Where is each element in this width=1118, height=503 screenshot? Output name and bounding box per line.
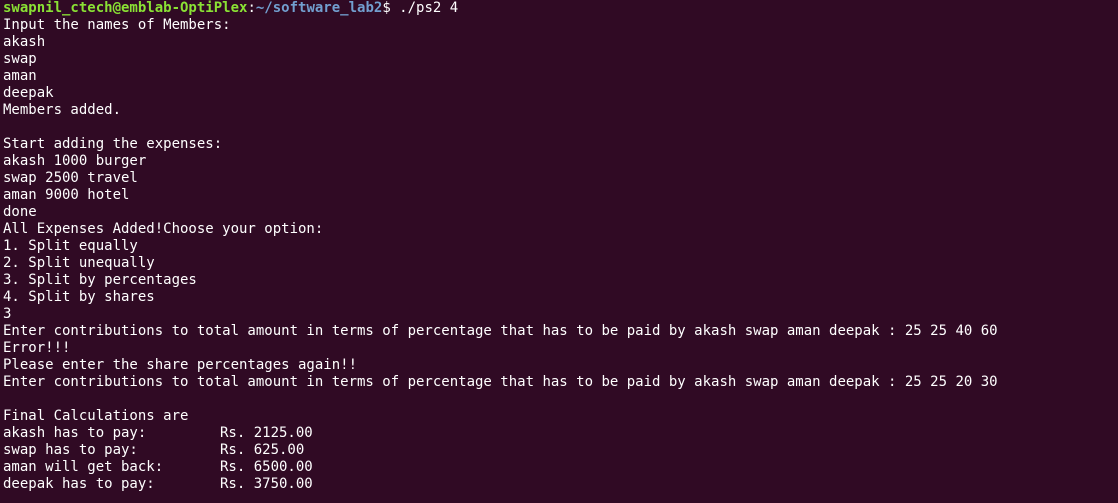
result-label: akash has to pay: xyxy=(3,425,147,441)
result-row: akash has to pay: Rs. 2125.00 xyxy=(3,425,1118,442)
prompt-colon: : xyxy=(247,0,256,16)
result-amount: Rs. 3750.00 xyxy=(220,476,313,492)
output-line: akash xyxy=(3,34,46,50)
result-row: aman will get back: Rs. 6500.00 xyxy=(3,459,1118,476)
output-line: akash 1000 burger xyxy=(3,153,147,169)
output-line: Members added. xyxy=(3,102,122,118)
output-line: All Expenses Added!Choose your option: xyxy=(3,221,324,237)
prompt-command: ./ps2 4 xyxy=(390,0,459,16)
output-line: 4. Split by shares xyxy=(3,289,155,305)
output-line: swap 2500 travel xyxy=(3,170,138,186)
terminal-window[interactable]: swapnil_ctech@emblab-OptiPlex:~/software… xyxy=(0,0,1118,503)
output-line: Enter contributions to total amount in t… xyxy=(3,374,998,390)
output-line: Please enter the share percentages again… xyxy=(3,357,358,373)
result-amount: Rs. 6500.00 xyxy=(220,459,313,475)
result-label: aman will get back: xyxy=(3,459,164,475)
output-line: Error!!! xyxy=(3,340,71,356)
prompt-symbol: $ xyxy=(382,0,391,16)
output-line: Input the names of Members: xyxy=(3,17,231,33)
result-row: deepak has to pay: Rs. 3750.00 xyxy=(3,476,1118,493)
output-line: Start adding the expenses: xyxy=(3,136,223,152)
result-label: swap has to pay: xyxy=(3,442,138,458)
output-line: 3 xyxy=(3,306,12,322)
output-line: aman xyxy=(3,68,37,84)
result-amount: Rs. 2125.00 xyxy=(220,425,313,441)
result-amount: Rs. 625.00 xyxy=(220,442,305,458)
output-line: 2. Split unequally xyxy=(3,255,155,271)
output-line: 1. Split equally xyxy=(3,238,138,254)
output-line: aman 9000 hotel xyxy=(3,187,130,203)
result-label: deepak has to pay: xyxy=(3,476,155,492)
prompt-line: swapnil_ctech@emblab-OptiPlex:~/software… xyxy=(3,0,1118,17)
prompt-user-host: swapnil_ctech@emblab-OptiPlex xyxy=(3,0,248,16)
output-line: swap xyxy=(3,51,37,67)
prompt-path: ~/software_lab2 xyxy=(255,0,383,16)
output-line: 3. Split by percentages xyxy=(3,272,197,288)
output-line: done xyxy=(3,204,37,220)
output-line: Final Calculations are xyxy=(3,408,189,424)
output-line: Enter contributions to total amount in t… xyxy=(3,323,998,339)
output-line: deepak xyxy=(3,85,54,101)
result-row: swap has to pay: Rs. 625.00 xyxy=(3,442,1118,459)
